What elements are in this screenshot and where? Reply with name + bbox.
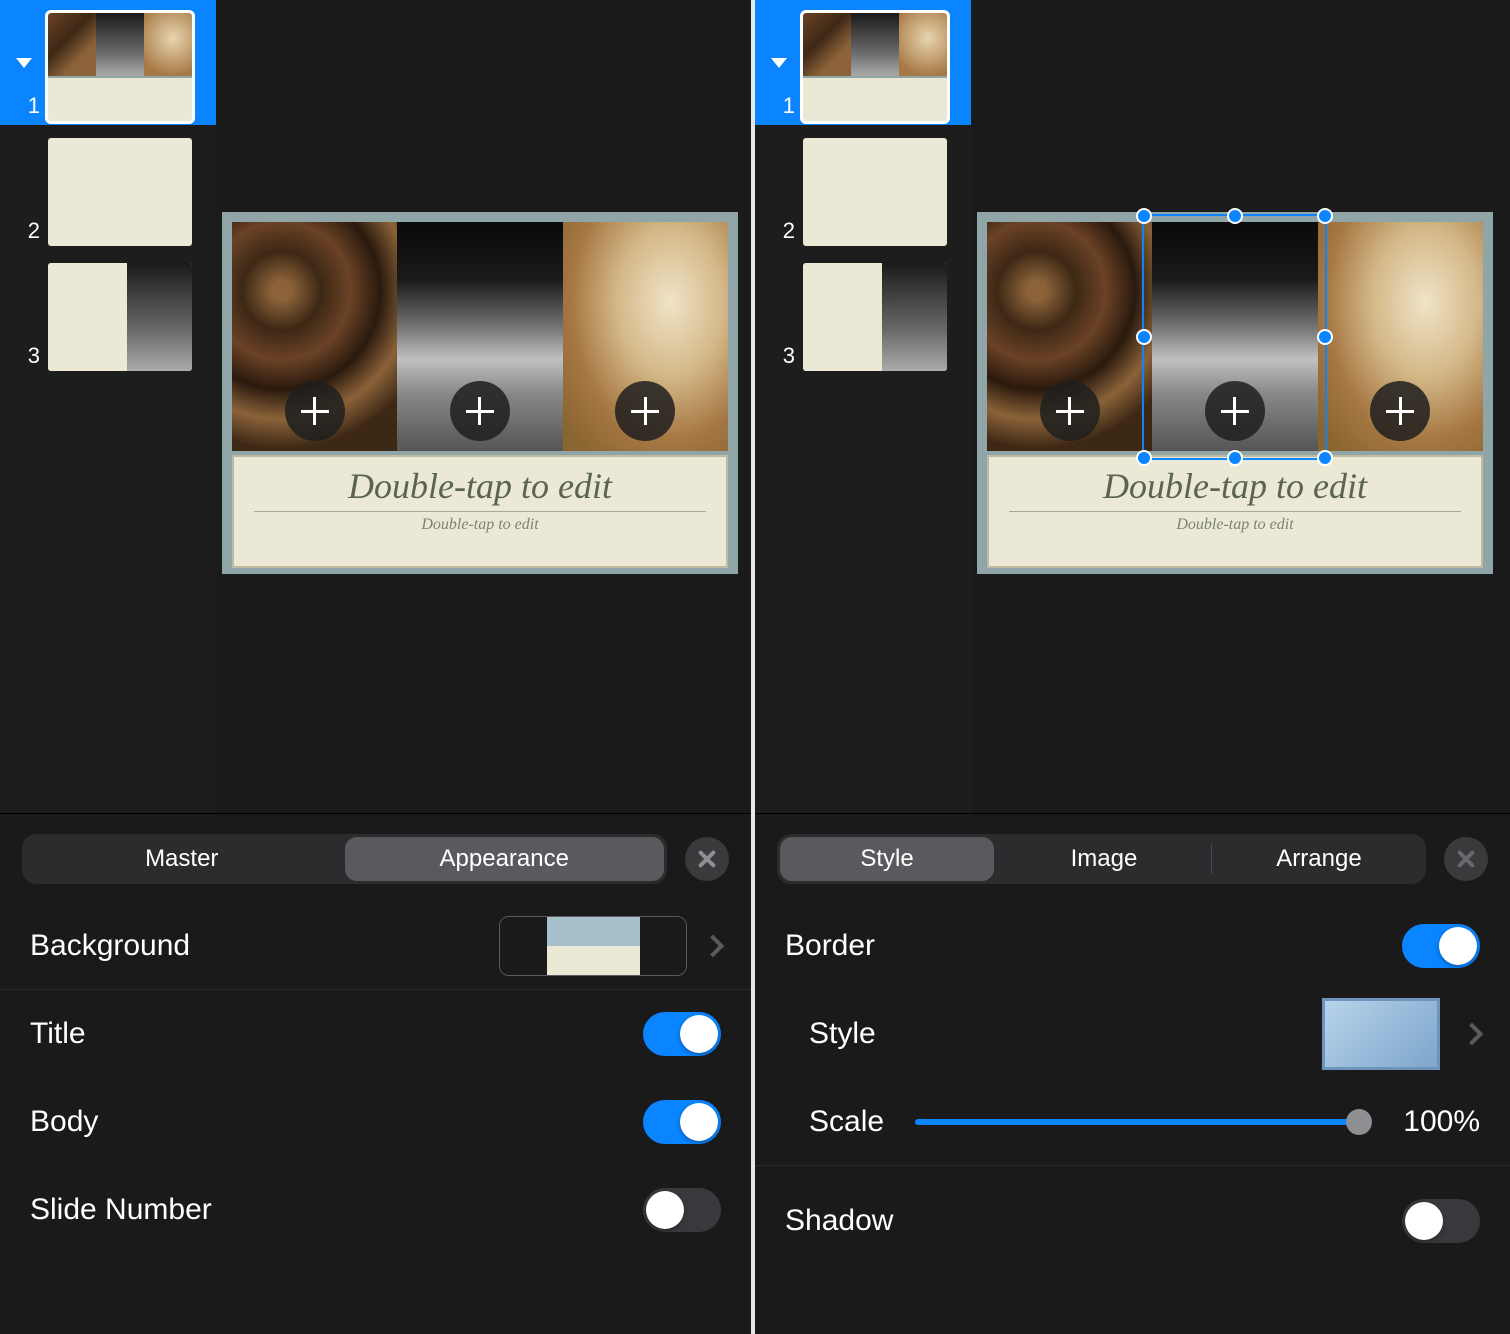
photo-placeholder-3[interactable] — [563, 222, 728, 451]
slide-main[interactable]: Double-tap to edit Double-tap to edit — [977, 212, 1493, 574]
subtitle-placeholder[interactable]: Double-tap to edit — [1009, 516, 1461, 534]
photo-placeholder-3[interactable] — [1318, 222, 1483, 451]
slide-thumb-3[interactable]: 3 — [0, 250, 216, 375]
body-label: Body — [30, 1105, 643, 1139]
border-style-swatch[interactable] — [1322, 998, 1440, 1070]
slide-thumb-1[interactable]: 1 — [755, 0, 971, 125]
tab-arrange[interactable]: Arrange — [1212, 834, 1426, 884]
slide-number-toggle[interactable] — [643, 1188, 721, 1232]
thumb-preview-3 — [803, 263, 947, 371]
scale-slider[interactable] — [915, 1119, 1360, 1125]
row-shadow: Shadow — [755, 1166, 1510, 1276]
format-panel: Style Image Arrange Border Style Scale 1… — [755, 813, 1510, 1334]
scale-label: Scale — [785, 1105, 895, 1139]
title-placeholder[interactable]: Double-tap to edit — [254, 465, 706, 512]
slide-thumb-2[interactable]: 2 — [0, 125, 216, 250]
thumb-preview-1 — [803, 13, 947, 121]
disclosure-icon[interactable] — [771, 58, 787, 68]
segmented-tabs: Style Image Arrange — [777, 834, 1426, 884]
row-border: Border — [755, 902, 1510, 990]
row-background[interactable]: Background — [0, 902, 751, 990]
row-style[interactable]: Style — [755, 990, 1510, 1078]
slide-number-2: 2 — [8, 218, 48, 250]
left-screenshot: 1 2 3 — [0, 0, 755, 1334]
photo-placeholder-2[interactable] — [1152, 222, 1317, 451]
photo-placeholder-2[interactable] — [397, 222, 562, 451]
title-label: Title — [30, 1017, 643, 1051]
slide-main[interactable]: Double-tap to edit Double-tap to edit — [222, 212, 738, 574]
subtitle-placeholder[interactable]: Double-tap to edit — [254, 516, 706, 534]
slide-canvas[interactable]: Double-tap to edit Double-tap to edit — [971, 0, 1510, 813]
add-photo-icon[interactable] — [450, 381, 510, 441]
segmented-tabs: Master Appearance — [22, 834, 667, 884]
style-label: Style — [785, 1017, 1322, 1051]
close-icon[interactable] — [685, 837, 729, 881]
add-photo-icon[interactable] — [1040, 381, 1100, 441]
slide-editor: 1 2 3 — [755, 0, 1510, 813]
slide-thumb-1[interactable]: 1 — [0, 0, 216, 125]
border-label: Border — [785, 929, 1402, 963]
thumb-preview-2 — [48, 138, 192, 246]
border-toggle[interactable] — [1402, 924, 1480, 968]
tab-master[interactable]: Master — [22, 834, 342, 884]
chevron-right-icon — [1461, 1023, 1484, 1046]
photo-row — [232, 222, 728, 451]
thumb-preview-3 — [48, 263, 192, 371]
body-toggle[interactable] — [643, 1100, 721, 1144]
right-screenshot: 1 2 3 — [755, 0, 1510, 1334]
add-photo-icon[interactable] — [1205, 381, 1265, 441]
slide-number-2: 2 — [763, 218, 803, 250]
slide-canvas[interactable]: Double-tap to edit Double-tap to edit — [216, 0, 751, 813]
add-photo-icon[interactable] — [1370, 381, 1430, 441]
tab-image[interactable]: Image — [997, 834, 1211, 884]
shadow-label: Shadow — [785, 1204, 1402, 1238]
chevron-right-icon — [702, 934, 725, 957]
background-swatch[interactable] — [499, 916, 687, 976]
text-area[interactable]: Double-tap to edit Double-tap to edit — [232, 455, 728, 568]
slide-number-1: 1 — [8, 93, 48, 125]
photo-row — [987, 222, 1483, 451]
row-slide-number: Slide Number — [0, 1166, 751, 1254]
tab-appearance[interactable]: Appearance — [345, 837, 665, 881]
row-scale: Scale 100% — [755, 1078, 1510, 1166]
slide-number-3: 3 — [8, 343, 48, 375]
photo-placeholder-1[interactable] — [987, 222, 1152, 451]
slide-number-label: Slide Number — [30, 1193, 643, 1227]
background-label: Background — [30, 929, 499, 963]
tab-style[interactable]: Style — [780, 837, 994, 881]
slide-navigator[interactable]: 1 2 3 — [0, 0, 216, 813]
add-photo-icon[interactable] — [615, 381, 675, 441]
text-area[interactable]: Double-tap to edit Double-tap to edit — [987, 455, 1483, 568]
close-icon[interactable] — [1444, 837, 1488, 881]
thumb-preview-2 — [803, 138, 947, 246]
title-toggle[interactable] — [643, 1012, 721, 1056]
slide-number-3: 3 — [763, 343, 803, 375]
slide-number-1: 1 — [763, 93, 803, 125]
slide-editor: 1 2 3 — [0, 0, 751, 813]
slide-thumb-2[interactable]: 2 — [755, 125, 971, 250]
disclosure-icon[interactable] — [16, 58, 32, 68]
thumb-preview-1 — [48, 13, 192, 121]
shadow-toggle[interactable] — [1402, 1199, 1480, 1243]
add-photo-icon[interactable] — [285, 381, 345, 441]
photo-placeholder-1[interactable] — [232, 222, 397, 451]
row-body: Body — [0, 1078, 751, 1166]
slide-navigator[interactable]: 1 2 3 — [755, 0, 971, 813]
row-title: Title — [0, 990, 751, 1078]
title-placeholder[interactable]: Double-tap to edit — [1009, 465, 1461, 512]
slide-thumb-3[interactable]: 3 — [755, 250, 971, 375]
scale-value: 100% — [1380, 1105, 1480, 1139]
slider-thumb[interactable] — [1346, 1109, 1372, 1135]
format-panel: Master Appearance Background Title Body … — [0, 813, 751, 1334]
